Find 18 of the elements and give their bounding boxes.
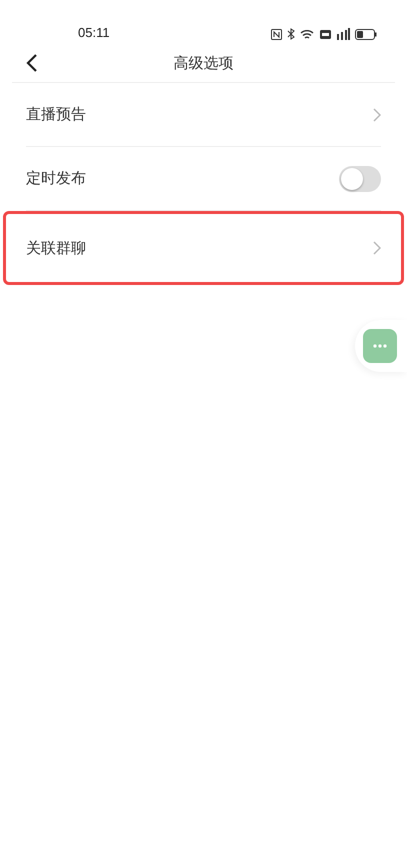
hd-icon — [320, 30, 331, 38]
chevron-right-icon — [373, 241, 381, 255]
back-icon — [26, 54, 38, 72]
more-icon — [373, 344, 387, 348]
row-label: 直播预告 — [26, 105, 86, 124]
highlighted-row[interactable]: 关联群聊 — [3, 211, 404, 285]
bluetooth-icon — [287, 28, 295, 40]
nfc-icon — [271, 28, 282, 40]
chevron-right-icon — [373, 108, 381, 122]
row-label: 关联群聊 — [26, 238, 86, 258]
status-time: 05:11 — [78, 25, 110, 40]
more-button[interactable] — [363, 329, 397, 363]
row-label: 定时发布 — [26, 169, 86, 188]
battery-icon — [355, 28, 377, 40]
wifi-icon — [300, 28, 315, 40]
page-title: 高级选项 — [174, 54, 234, 72]
signal-icon — [336, 28, 350, 40]
toggle-switch[interactable] — [339, 166, 381, 192]
